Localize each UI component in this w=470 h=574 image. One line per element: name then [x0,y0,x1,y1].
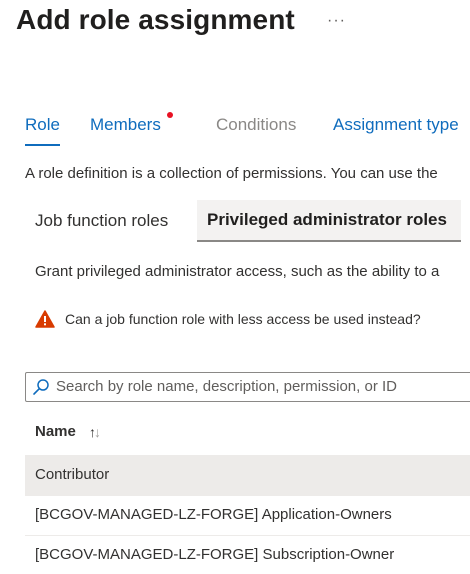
privileged-roles-description: Grant privileged administrator access, s… [35,263,440,280]
role-definition-description: A role definition is a collection of per… [25,165,438,182]
role-search-box [25,372,470,402]
table-row[interactable]: [BCGOV-MANAGED-LZ-FORGE] Application-Own… [25,495,470,536]
page-title: Add role assignment [16,4,295,35]
sort-icon[interactable]: ↑↓ [89,424,101,440]
add-role-assignment-page: Add role assignment ··· Role Members Con… [0,0,470,574]
tab-role[interactable]: Role [25,115,60,135]
name-column-header[interactable]: Name ↑↓ [35,423,101,445]
warning-icon [35,310,55,328]
role-type-pivot: Job function roles Privileged administra… [25,200,470,242]
role-name: [BCGOV-MANAGED-LZ-FORGE] Subscription-Ow… [35,546,395,563]
warning-text: Can a job function role with less access… [65,311,421,327]
pivot-job-function-roles[interactable]: Job function roles [35,200,168,242]
tab-role-underline [25,144,60,146]
more-options-button[interactable]: ··· [327,12,346,30]
role-name: [BCGOV-MANAGED-LZ-FORGE] Application-Own… [35,506,392,523]
name-column-label: Name [35,423,76,440]
role-name: Contributor [35,466,110,483]
tab-conditions[interactable]: Conditions [216,115,296,135]
search-input[interactable] [56,375,470,397]
tab-members[interactable]: Members [90,115,161,135]
tab-assignment-type[interactable]: Assignment type [333,115,459,135]
pivot-privileged-administrator-roles[interactable]: Privileged administrator roles [197,200,461,242]
tab-bar: Role Members Conditions Assignment type [0,112,470,148]
table-row[interactable]: [BCGOV-MANAGED-LZ-FORGE] Subscription-Ow… [25,535,470,574]
table-row[interactable]: Contributor [25,455,470,496]
members-error-dot [167,112,173,118]
search-icon [33,379,49,395]
